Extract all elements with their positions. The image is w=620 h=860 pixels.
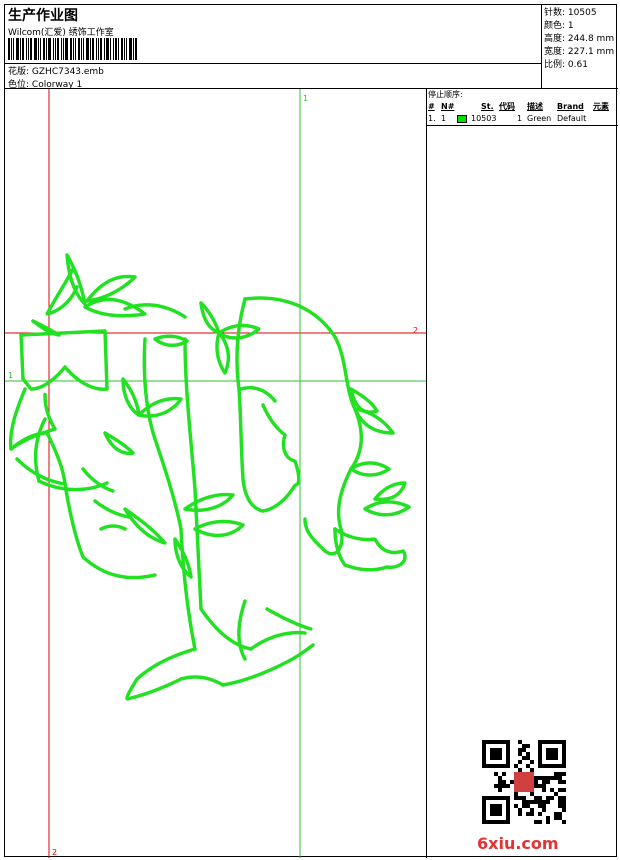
- design-canvas: 1 1 2 2: [5, 89, 427, 858]
- company-name: Wilcom(汇爱) 绣饰工作室: [8, 28, 114, 38]
- row-code: 1: [517, 114, 523, 123]
- color-swatch: [457, 115, 467, 123]
- barcode: [8, 38, 158, 60]
- watermark: 6xiu.com: [477, 834, 559, 853]
- embroidery-preview: 1 1 2 2: [5, 89, 426, 858]
- col-stitches-header: St.: [481, 102, 494, 111]
- stat-width: 宽度: 227.1 mm: [544, 47, 615, 57]
- design-file: 花版: GZHC7343.emb: [8, 64, 104, 77]
- col-code-header: 代码: [499, 102, 515, 111]
- stop-sequence-table: # N# St. 代码 描述 Brand 元素 1. 1 10503 1 Gre…: [427, 101, 618, 126]
- green-horizontal-guide-label: 1: [8, 371, 13, 380]
- red-vertical-guide-label: 2: [52, 848, 57, 857]
- col-index-header: #: [428, 102, 435, 111]
- col-n-header: N#: [441, 102, 455, 111]
- stat-scale: 比例: 0.61: [544, 60, 588, 70]
- red-horizontal-guide-label: 2: [413, 326, 418, 335]
- col-element-header: 元素: [593, 102, 609, 111]
- table-header: # N# St. 代码 描述 Brand 元素: [427, 101, 618, 113]
- stop-sequence-panel: 停止顺序: # N# St. 代码 描述 Brand 元素 1. 1 10503…: [427, 89, 618, 858]
- col-brand-header: Brand: [557, 102, 584, 111]
- embroidery-design-outline: [8, 253, 411, 701]
- qr-code: [482, 740, 566, 824]
- row-brand: Default: [557, 114, 587, 123]
- header-panel: 生产作业图 Wilcom(汇爱) 绣饰工作室 花版: GZHC7343.emb …: [5, 5, 542, 90]
- file-name: GZHC7343.emb: [31, 67, 104, 77]
- stop-sequence-title: 停止顺序:: [428, 90, 463, 99]
- table-row: 1. 1 10503 1 Green Default: [427, 113, 618, 125]
- page-title: 生产作业图: [8, 8, 78, 24]
- row-n: 1: [441, 114, 447, 123]
- qr-logo: [514, 772, 534, 792]
- design-stats: 针数: 10505 颜色: 1 高度: 244.8 mm 宽度: 227.1 m…: [542, 5, 618, 89]
- row-stitches: 10503: [471, 114, 497, 123]
- stat-stitches: 针数: 10505: [544, 8, 597, 18]
- green-vertical-guide-label: 1: [303, 94, 308, 103]
- row-index: 1.: [428, 114, 436, 123]
- col-desc-header: 描述: [527, 102, 543, 111]
- file-label: 花版:: [8, 67, 30, 77]
- worksheet-frame: 生产作业图 Wilcom(汇爱) 绣饰工作室 花版: GZHC7343.emb …: [4, 4, 618, 858]
- stat-height: 高度: 244.8 mm: [544, 34, 615, 44]
- row-desc: Green: [527, 114, 552, 123]
- stat-colors: 颜色: 1: [544, 21, 574, 31]
